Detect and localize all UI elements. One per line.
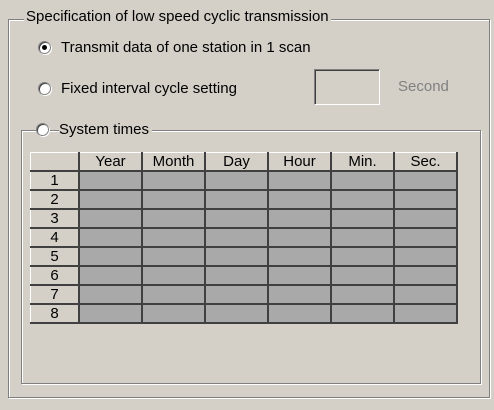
table-cell[interactable]: [205, 190, 269, 210]
table-cell[interactable]: [205, 171, 269, 191]
column-header-year: Year: [78, 152, 143, 172]
table-cell[interactable]: [394, 228, 458, 248]
radio-label-fixed-interval: Fixed interval cycle setting: [61, 79, 237, 97]
table-row: 2: [30, 189, 458, 210]
table-cell[interactable]: [79, 266, 143, 286]
table-cell[interactable]: [268, 247, 332, 267]
column-header-sec: Sec.: [393, 152, 458, 172]
column-header-min: Min.: [330, 152, 395, 172]
table-cell[interactable]: [394, 190, 458, 210]
table-row: 3: [30, 208, 458, 229]
table-cell[interactable]: [394, 209, 458, 229]
group-title: Specification of low speed cyclic transm…: [24, 8, 331, 26]
interval-unit-label: Second: [398, 78, 449, 95]
table-cell[interactable]: [142, 190, 206, 210]
table-header-row: Year Month Day Hour Min. Sec.: [30, 152, 458, 172]
radio-button-fixed-interval[interactable]: [38, 81, 51, 95]
table-cell[interactable]: [394, 304, 458, 324]
table-cell[interactable]: [331, 190, 395, 210]
table-cell[interactable]: [205, 209, 269, 229]
table-cell[interactable]: [268, 209, 332, 229]
row-header: 2: [30, 189, 80, 210]
table-cell[interactable]: [268, 190, 332, 210]
table-cell[interactable]: [394, 171, 458, 191]
table-cell[interactable]: [268, 285, 332, 305]
table-cell[interactable]: [79, 171, 143, 191]
table-cell[interactable]: [394, 285, 458, 305]
row-header: 8: [30, 303, 80, 324]
table-cell[interactable]: [79, 247, 143, 267]
radio-option-fixed-interval[interactable]: Fixed interval cycle setting: [38, 78, 237, 98]
table-row: 4: [30, 227, 458, 248]
table-row: 1: [30, 170, 458, 191]
radio-label-system-times: System times: [59, 120, 153, 138]
row-header: 4: [30, 227, 80, 248]
table-cell[interactable]: [331, 209, 395, 229]
table-cell[interactable]: [205, 304, 269, 324]
table-cell[interactable]: [142, 285, 206, 305]
radio-button-one-station[interactable]: [38, 40, 51, 54]
table-cell[interactable]: [79, 209, 143, 229]
table-cell[interactable]: [142, 209, 206, 229]
radio-label-one-station: Transmit data of one station in 1 scan: [61, 38, 311, 56]
row-header: 3: [30, 208, 80, 229]
table-corner-cell: [30, 152, 80, 172]
table-cell[interactable]: [205, 266, 269, 286]
column-header-month: Month: [141, 152, 206, 172]
table-cell[interactable]: [268, 171, 332, 191]
table-cell[interactable]: [205, 285, 269, 305]
table-row: 8: [30, 303, 458, 324]
row-header: 7: [30, 284, 80, 305]
table-cell[interactable]: [142, 266, 206, 286]
column-header-hour: Hour: [267, 152, 332, 172]
table-row: 7: [30, 284, 458, 305]
table-cell[interactable]: [142, 171, 206, 191]
table-row: 6: [30, 265, 458, 286]
table-cell[interactable]: [79, 228, 143, 248]
table-cell[interactable]: [205, 228, 269, 248]
system-times-table: Year Month Day Hour Min. Sec. 12345678: [30, 152, 458, 324]
table-cell[interactable]: [331, 171, 395, 191]
table-cell[interactable]: [394, 266, 458, 286]
table-cell[interactable]: [331, 304, 395, 324]
interval-seconds-field[interactable]: [314, 69, 380, 105]
table-cell[interactable]: [331, 247, 395, 267]
table-cell[interactable]: [79, 304, 143, 324]
radio-option-one-station[interactable]: Transmit data of one station in 1 scan: [38, 37, 311, 57]
table-cell[interactable]: [268, 228, 332, 248]
table-row: 5: [30, 246, 458, 267]
radio-button-system-times[interactable]: [36, 122, 49, 136]
table-cell[interactable]: [331, 285, 395, 305]
table-cell[interactable]: [142, 247, 206, 267]
table-cell[interactable]: [331, 266, 395, 286]
table-cell[interactable]: [331, 228, 395, 248]
table-cell[interactable]: [268, 304, 332, 324]
row-header: 6: [30, 265, 80, 286]
table-cell[interactable]: [142, 304, 206, 324]
radio-option-system-times[interactable]: System times: [36, 119, 153, 139]
row-header: 5: [30, 246, 80, 267]
column-header-day: Day: [204, 152, 269, 172]
table-cell[interactable]: [394, 247, 458, 267]
table-cell[interactable]: [79, 285, 143, 305]
table-cell[interactable]: [142, 228, 206, 248]
table-cell[interactable]: [79, 190, 143, 210]
table-cell[interactable]: [268, 266, 332, 286]
row-header: 1: [30, 170, 80, 191]
table-cell[interactable]: [205, 247, 269, 267]
